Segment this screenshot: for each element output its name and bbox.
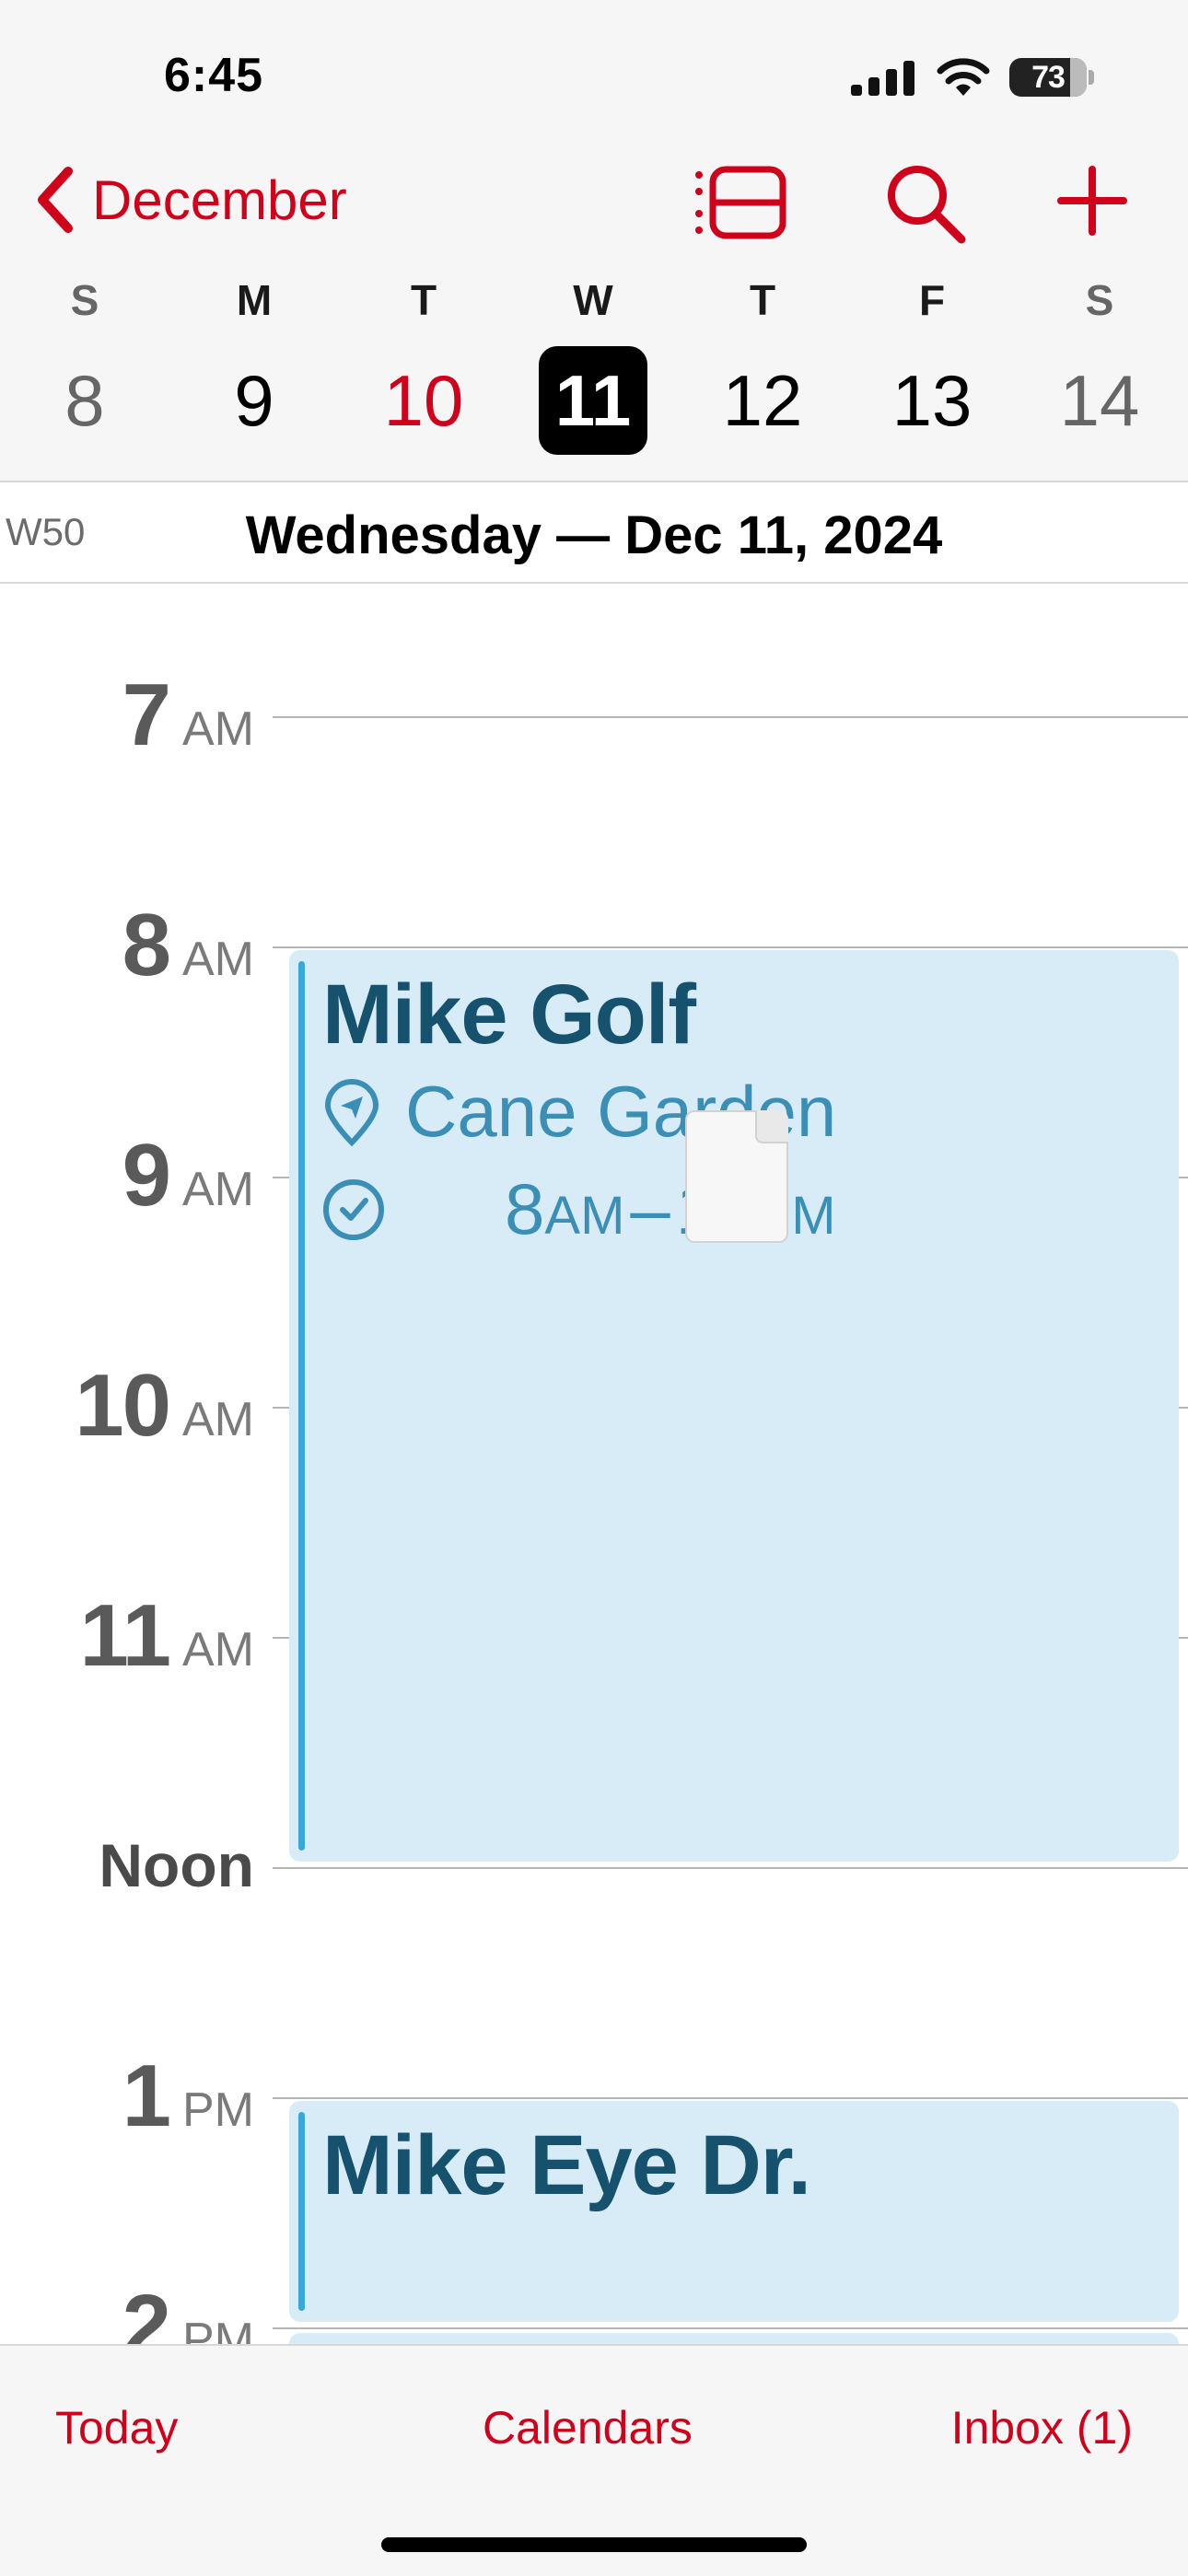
hour-label: 11 AM	[79, 1586, 254, 1685]
weekday-letter: T	[749, 276, 776, 324]
weekday-letter: F	[918, 276, 946, 324]
cellular-signal-icon	[851, 61, 914, 96]
hour-label: 10 AM	[75, 1356, 254, 1455]
date-header: W50 Wednesday — Dec 11, 2024	[0, 481, 1188, 584]
week-day-tue[interactable]: T 10	[368, 273, 479, 455]
weekday-letter: S	[70, 276, 99, 324]
weekday-letter: T	[410, 276, 437, 324]
inbox-button[interactable]: Inbox (1)	[951, 2401, 1133, 2454]
search-button[interactable]	[884, 162, 967, 249]
list-view-icon	[695, 166, 786, 239]
hour-row-1pm: 1 PM	[0, 2047, 1188, 2145]
weekday-letter: M	[236, 276, 273, 324]
event-title: Mike Golf	[322, 968, 696, 1062]
weekday-letter: S	[1085, 276, 1114, 324]
event-color-bar	[298, 2112, 305, 2311]
week-day-sun[interactable]: S 8	[29, 273, 140, 455]
hour-row-2pm: 2 PM	[0, 2277, 1188, 2344]
hour-label: 1 PM	[122, 2047, 254, 2145]
location-pin-icon	[324, 1078, 379, 1146]
day-number-selected: 11	[539, 346, 647, 455]
add-event-button[interactable]	[1057, 166, 1127, 240]
hour-line	[273, 716, 1188, 718]
battery-level: 73	[1031, 59, 1066, 95]
event-color-bar	[298, 961, 305, 1851]
search-icon	[888, 166, 966, 244]
hour-row-7am: 7 AM	[0, 666, 1188, 764]
week-day-mon[interactable]: M 9	[199, 273, 309, 455]
add-icon	[1057, 166, 1127, 236]
day-number-today: 10	[383, 360, 464, 441]
hour-row-8am: 8 AM	[0, 896, 1188, 994]
chevron-left-icon	[38, 167, 73, 233]
week-day-thu[interactable]: T 12	[707, 273, 818, 455]
today-button[interactable]: Today	[55, 2401, 178, 2454]
list-view-button[interactable]	[693, 164, 788, 246]
back-to-month-button[interactable]: December	[33, 166, 347, 234]
hour-line	[273, 946, 1188, 948]
day-number: 14	[1059, 360, 1140, 441]
hour-line	[273, 1867, 1188, 1869]
selected-date-title: Wednesday — Dec 11, 2024	[245, 505, 943, 565]
day-number: 9	[234, 360, 274, 441]
document-placeholder-icon	[685, 1110, 788, 1243]
week-day-wed[interactable]: W 11	[538, 273, 648, 455]
status-time: 6:45	[164, 49, 264, 102]
home-indicator[interactable]	[381, 2537, 807, 2552]
event-next[interactable]	[289, 2333, 1179, 2344]
hour-label: 9 AM	[122, 1126, 254, 1224]
week-day-fri[interactable]: F 13	[877, 273, 987, 455]
event-mike-eye-dr[interactable]: Mike Eye Dr.	[289, 2101, 1179, 2322]
hour-label: 2 PM	[122, 2277, 254, 2344]
weekday-letter: W	[573, 276, 613, 324]
back-label: December	[92, 168, 347, 231]
hour-line	[273, 2097, 1188, 2099]
week-day-sat[interactable]: S 14	[1044, 273, 1155, 455]
day-timeline[interactable]: 7 AM 8 AM 9 AM 10 AM 11 AM Noon 1 PM 2 PM Mike …	[0, 582, 1188, 2344]
event-title: Mike Eye Dr.	[322, 2118, 811, 2212]
calendars-button[interactable]: Calendars	[483, 2401, 693, 2454]
hour-label: Noon	[99, 1831, 254, 1899]
day-number: 8	[64, 360, 105, 441]
hour-label: 8 AM	[122, 896, 254, 994]
hour-row-noon: Noon	[0, 1831, 1188, 1899]
hour-label: 7 AM	[122, 666, 254, 764]
day-number: 12	[722, 360, 803, 441]
clock-icon	[323, 1178, 384, 1240]
status-icons: 73	[851, 57, 1094, 98]
event-mike-golf[interactable]: Mike Golf Cane Garden 8AM–12PM	[289, 950, 1179, 1862]
day-number: 13	[891, 360, 973, 441]
hour-line	[273, 2327, 1188, 2329]
wifi-icon	[937, 58, 990, 96]
battery-icon: 73	[1009, 58, 1094, 97]
